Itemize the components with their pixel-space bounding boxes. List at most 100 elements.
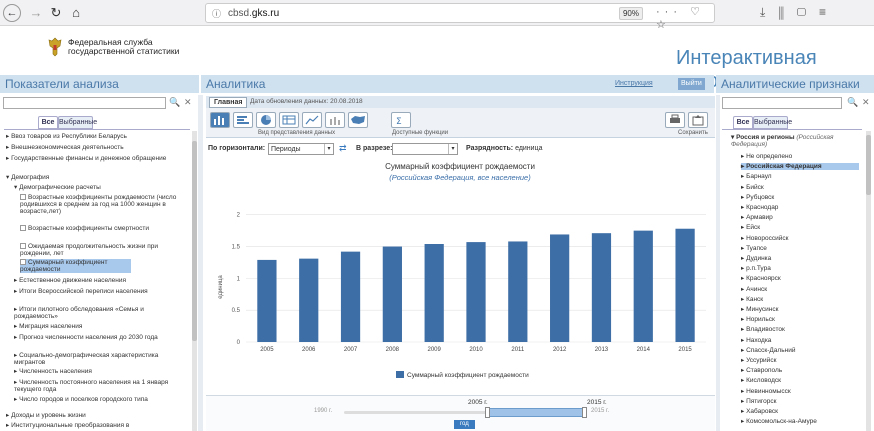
left-search-input[interactable]	[3, 97, 166, 109]
tree-item-public-finance[interactable]: ▸ Государственные финансы и денежное обр…	[6, 155, 186, 162]
tree-item-income[interactable]: ▸ Доходы и уровень жизни	[6, 412, 186, 419]
horizontal-bar-view-button[interactable]	[233, 112, 253, 128]
region-item[interactable]: ▸ Кисловодск	[741, 377, 781, 384]
more-icon[interactable]: ···	[656, 6, 682, 18]
bar[interactable]	[508, 241, 528, 342]
tree-item-life-expectancy[interactable]: Ожидаемая продолжительность жизни при ро…	[20, 243, 185, 257]
tree-item-migration[interactable]: ▸ Миграция населения	[14, 323, 186, 330]
checkbox[interactable]	[20, 194, 26, 200]
slider-handle-right[interactable]	[582, 407, 587, 418]
search-icon[interactable]: 🔍	[847, 97, 858, 108]
region-item[interactable]: ▸ Владивосток	[741, 326, 785, 333]
address-bar[interactable]: ⓘ cbsd.gks.ru 90% ··· ♡ ☆	[205, 3, 715, 31]
region-item[interactable]: ▸ Норильск	[741, 316, 775, 323]
clear-icon[interactable]: ✕	[862, 97, 870, 108]
map-view-button[interactable]	[348, 112, 368, 128]
region-item[interactable]: ▸ Канск	[741, 296, 763, 303]
zoom-level[interactable]: 90%	[619, 7, 643, 20]
region-item[interactable]: ▸ Туапсе	[741, 245, 767, 252]
combined-chart-view-button[interactable]	[325, 112, 345, 128]
left-scrollbar-thumb[interactable]	[192, 141, 197, 341]
tab-all[interactable]: Все	[733, 116, 753, 129]
tree-item-age-mortality[interactable]: Возрастные коэффициенты смертности	[20, 225, 185, 232]
bar[interactable]	[424, 244, 444, 342]
tree-item-import-belarus[interactable]: ▸ Ввоз товаров из Республики Беларусь	[6, 133, 186, 140]
region-item[interactable]: ▸ Дудинка	[741, 255, 771, 262]
region-item[interactable]: ▸ Спасск-Дальний	[741, 347, 795, 354]
checkbox[interactable]	[20, 243, 26, 249]
swap-icon[interactable]: ⇄	[339, 143, 347, 154]
menu-icon[interactable]: ≡	[819, 5, 839, 19]
region-item[interactable]: ▸ Уссурийск	[741, 357, 776, 364]
region-item[interactable]: ▸ Хабаровск	[741, 408, 778, 415]
tab-selected[interactable]: Выбранные	[58, 116, 97, 129]
bar[interactable]	[299, 258, 319, 342]
tab-all[interactable]: Все	[38, 116, 58, 129]
line-chart-view-button[interactable]	[302, 112, 322, 128]
forward-arrow-icon[interactable]: →	[27, 4, 45, 22]
tree-item-total-fertility[interactable]: Суммарный коэффициент рождаемости	[20, 259, 131, 273]
region-item[interactable]: ▸ Бийск	[741, 184, 764, 191]
tree-item-cities-count[interactable]: ▸ Число городов и поселков городского ти…	[14, 396, 179, 403]
right-scrollbar-thumb[interactable]	[866, 135, 871, 195]
clear-icon[interactable]: ✕	[184, 97, 192, 108]
section-select[interactable]: ▾	[392, 143, 458, 155]
slider-handle-left[interactable]	[485, 407, 490, 418]
pie-chart-view-button[interactable]	[256, 112, 276, 128]
functions-button[interactable]: Σ	[391, 112, 411, 128]
tree-item-forecast[interactable]: ▸ Прогноз численности населения до 2030 …	[14, 334, 179, 341]
bar[interactable]	[633, 230, 653, 342]
bar[interactable]	[257, 259, 277, 342]
table-view-button[interactable]	[279, 112, 299, 128]
search-icon[interactable]: 🔍	[169, 97, 180, 108]
tab-main[interactable]: Главная	[209, 97, 248, 108]
tree-item-pilot-survey[interactable]: ▸ Итоги пилотного обследования «Семья и …	[14, 306, 179, 320]
region-item[interactable]: ▸ Ейск	[741, 224, 760, 231]
left-scrollbar[interactable]	[192, 131, 197, 431]
help-link[interactable]: Инструкция	[615, 75, 653, 93]
right-scrollbar[interactable]	[866, 131, 871, 431]
bar[interactable]	[675, 228, 695, 342]
region-item[interactable]: ▸ Российская Федерация	[741, 163, 859, 171]
tree-item-foreign-trade[interactable]: ▸ Внешнеэкономическая деятельность	[6, 144, 186, 151]
region-item[interactable]: ▸ Не определено	[741, 153, 792, 160]
checkbox[interactable]	[20, 259, 26, 265]
library-icon[interactable]: ⫼	[778, 5, 797, 19]
region-item[interactable]: ▸ Минусинск	[741, 306, 778, 313]
region-item[interactable]: ▸ Новороссийск	[741, 235, 788, 242]
exit-button[interactable]: Выйти	[678, 78, 705, 90]
reload-icon[interactable]: ↻	[47, 4, 65, 22]
sidebar-icon[interactable]: ▢	[797, 5, 819, 19]
right-splitter[interactable]	[716, 95, 720, 431]
region-item[interactable]: ▸ Краснодар	[741, 204, 778, 211]
horizontal-select[interactable]: Периоды ▾	[268, 143, 334, 155]
right-search-input[interactable]	[722, 97, 842, 109]
tree-item-natural-movement[interactable]: ▸ Естественное движение населения	[14, 277, 186, 284]
region-item[interactable]: ▸ Находка	[741, 337, 771, 344]
bar[interactable]	[382, 246, 402, 342]
page-actions[interactable]: ··· ♡ ☆	[656, 5, 714, 31]
region-item[interactable]: ▸ Ачинск	[741, 286, 767, 293]
tree-item-migrant-characteristics[interactable]: ▸ Социально-демографическая характеристи…	[14, 352, 179, 366]
region-item[interactable]: ▸ р.п.Тура	[741, 265, 771, 272]
bar[interactable]	[466, 242, 486, 342]
tree-item-census[interactable]: ▸ Итоги Всероссийской переписи населения	[14, 288, 179, 295]
tree-item-age-fertility[interactable]: Возрастные коэффициенты рождаемости (чис…	[20, 194, 185, 215]
bookmark-star-icon[interactable]: ☆	[656, 19, 671, 31]
tree-item-russia-regions[interactable]: ▾ Россия и регионы (Российская Федерация…	[731, 134, 861, 148]
slider-unit-badge[interactable]: год	[454, 420, 475, 429]
bar[interactable]	[550, 234, 570, 342]
bar-chart-view-button[interactable]	[210, 112, 230, 128]
region-item[interactable]: ▸ Комсомольск-на-Амуре	[741, 418, 817, 425]
back-arrow-icon[interactable]: ←	[3, 4, 21, 22]
bar[interactable]	[340, 251, 361, 342]
region-item[interactable]: ▸ Красноярск	[741, 275, 781, 282]
region-item[interactable]: ▸ Барнаул	[741, 173, 772, 180]
tree-item-institutional[interactable]: ▸ Институциональные преобразования в	[6, 422, 186, 429]
download-icon[interactable]: ⤓	[760, 5, 778, 19]
home-icon[interactable]: ⌂	[67, 4, 85, 22]
bar[interactable]	[591, 233, 612, 342]
tree-item-population[interactable]: ▸ Численность населения	[14, 368, 186, 375]
region-item[interactable]: ▸ Пятигорск	[741, 398, 776, 405]
slider-selection[interactable]	[488, 408, 584, 417]
